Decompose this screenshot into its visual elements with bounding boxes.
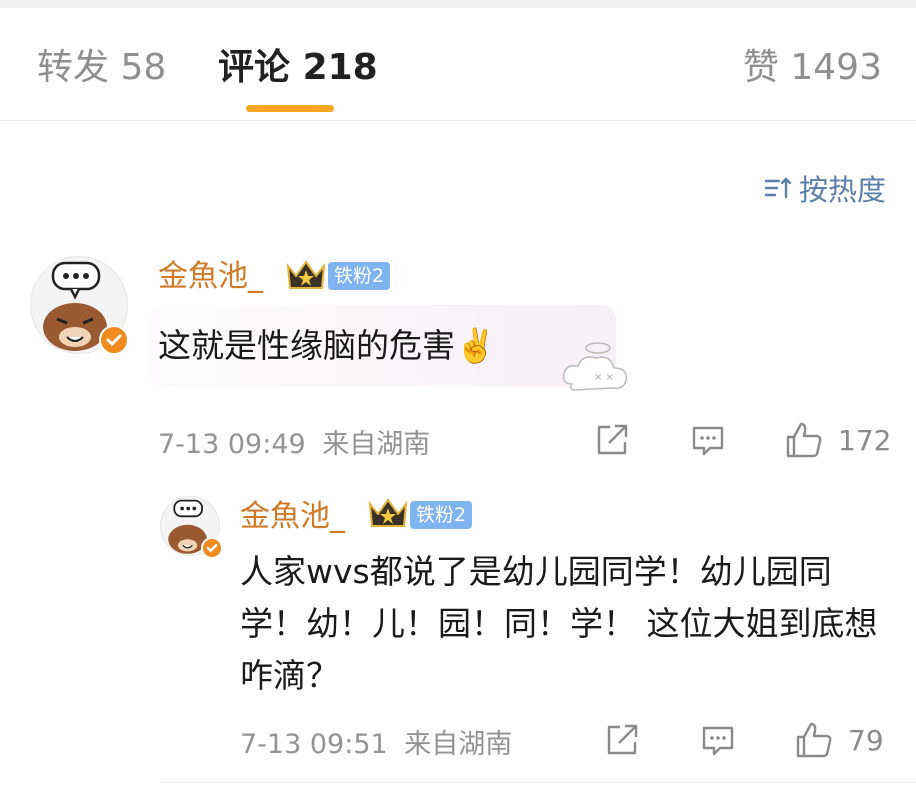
divider: [160, 782, 916, 783]
comment-icon: [692, 426, 724, 456]
comment-icon: [702, 726, 734, 756]
reply-username[interactable]: 金魚池_: [240, 498, 345, 536]
tab-comments[interactable]: 评论 218: [218, 46, 378, 90]
tab-likes[interactable]: 赞 1493: [743, 46, 882, 90]
fan-badge: 铁粉2: [328, 262, 391, 290]
tab-bar: 转发 58 评论 218 赞 1493: [0, 8, 916, 121]
verified-badge: [99, 325, 129, 355]
sort-icon: [764, 177, 792, 199]
tab-repost-label: 转发: [37, 47, 110, 88]
reply-text: 人家wvs都说了是幼儿园同学！幼儿园同学！幼！儿！园！同！学！ 这位大姐到底想咋…: [240, 552, 878, 695]
thumbs-up-icon: [796, 722, 832, 758]
comment-location: 来自湖南: [322, 429, 431, 460]
reply-avatar[interactable]: [160, 496, 223, 559]
reply-comment-button[interactable]: [700, 722, 736, 758]
reply-meta: 7-13 09:51 来自湖南: [240, 722, 512, 761]
reply-button[interactable]: [690, 422, 726, 458]
crown-icon: [284, 258, 328, 296]
sort-button[interactable]: 按热度: [763, 168, 886, 208]
comment-timestamp: 7-13 09:49: [158, 429, 306, 460]
tab-likes-count: 1493: [790, 47, 882, 88]
comment-username[interactable]: 金魚池_: [158, 258, 263, 296]
share-icon: [597, 424, 628, 455]
reply-timestamp: 7-13 09:51: [240, 729, 388, 760]
comment-meta: 7-13 09:49 来自湖南: [158, 422, 430, 461]
active-tab-indicator: [246, 105, 334, 112]
reply-like-count: 79: [848, 723, 884, 757]
sort-label: 按热度: [798, 173, 886, 207]
tab-comments-label: 评论: [218, 47, 291, 88]
tab-likes-label: 赞: [742, 47, 779, 88]
reply-like-button[interactable]: 79: [794, 720, 884, 760]
crown-icon: [366, 496, 410, 534]
reply-location: 来自湖南: [404, 729, 513, 760]
tab-repost[interactable]: 转发 58: [37, 46, 166, 90]
fan-badge: 铁粉2: [410, 501, 473, 529]
share-button[interactable]: [594, 422, 630, 458]
tab-repost-count: 58: [120, 47, 167, 88]
tab-comments-count: 218: [302, 47, 378, 88]
avatar[interactable]: [30, 256, 129, 355]
thumbs-up-icon: [786, 422, 822, 458]
verified-badge: [201, 537, 223, 559]
reply-share-button[interactable]: [604, 722, 640, 758]
share-icon: [607, 724, 638, 755]
top-strip: [0, 0, 916, 8]
like-button[interactable]: 172: [784, 420, 891, 460]
comment-text: 这就是性缘脑的危害✌️: [158, 326, 497, 365]
like-count: 172: [838, 423, 892, 457]
svg-text:× ×: × ×: [594, 372, 614, 383]
